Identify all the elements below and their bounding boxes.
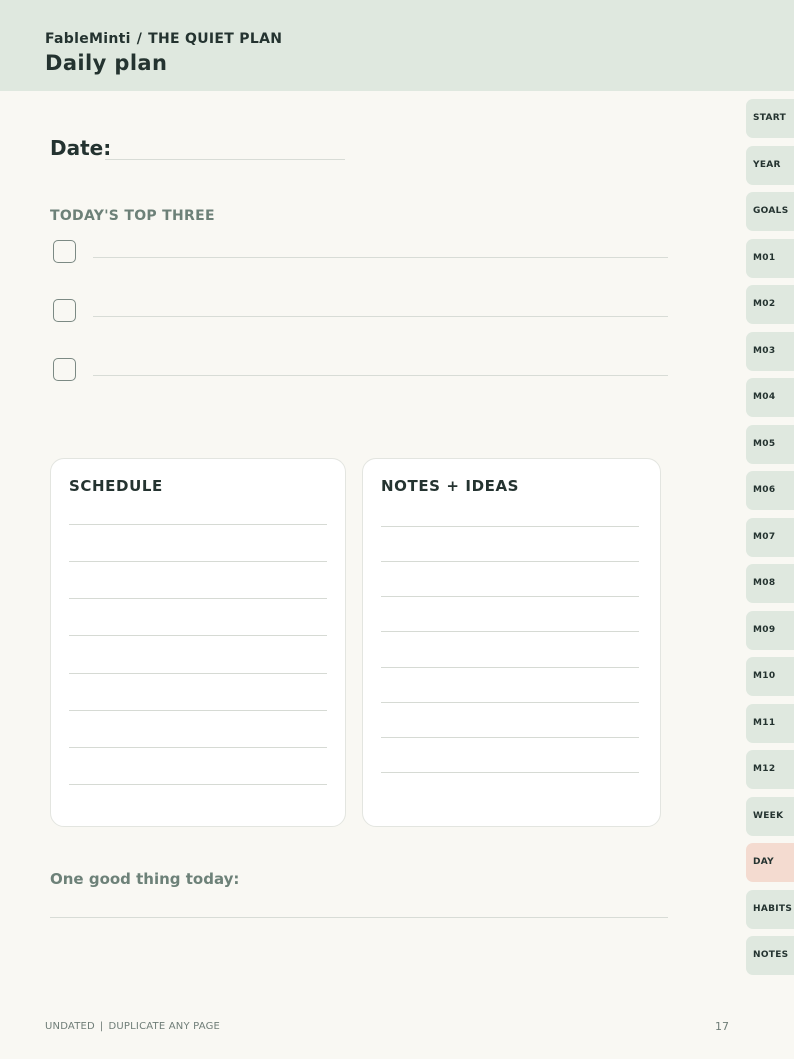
schedule-line[interactable]: [69, 561, 327, 562]
footer-note: UNDATED | DUPLICATE ANY PAGE: [45, 1021, 220, 1032]
schedule-line[interactable]: [69, 524, 327, 525]
footer-duplicate: DUPLICATE ANY PAGE: [108, 1021, 221, 1032]
brand-separator: /: [136, 31, 143, 47]
top-three-item-2: [53, 299, 668, 323]
schedule-line[interactable]: [69, 598, 327, 599]
top-three-heading: TODAY'S TOP THREE: [50, 208, 215, 224]
footer-undated: UNDATED: [45, 1021, 95, 1032]
schedule-line[interactable]: [69, 673, 327, 674]
one-good-thing-field[interactable]: [50, 917, 668, 918]
schedule-title: SCHEDULE: [69, 477, 163, 495]
schedule-card: SCHEDULE: [50, 458, 346, 827]
task-line[interactable]: [93, 257, 668, 258]
one-good-thing-label: One good thing today:: [50, 870, 240, 888]
notes-line[interactable]: [381, 737, 639, 738]
checkbox[interactable]: [53, 240, 76, 263]
tab-week[interactable]: WEEK: [746, 797, 794, 836]
date-label: Date:: [50, 136, 112, 160]
notes-line[interactable]: [381, 526, 639, 527]
checkbox[interactable]: [53, 358, 76, 381]
page-title: Daily plan: [45, 51, 168, 75]
tab-m12[interactable]: M12: [746, 750, 794, 789]
footer-separator: |: [99, 1021, 104, 1032]
notes-line[interactable]: [381, 561, 639, 562]
tab-m03[interactable]: M03: [746, 332, 794, 371]
notes-line[interactable]: [381, 631, 639, 632]
plan-name: THE QUIET PLAN: [148, 31, 283, 47]
tab-m05[interactable]: M05: [746, 425, 794, 464]
schedule-line[interactable]: [69, 635, 327, 636]
tab-m10[interactable]: M10: [746, 657, 794, 696]
notes-line[interactable]: [381, 596, 639, 597]
tab-day[interactable]: DAY: [746, 843, 794, 882]
schedule-line[interactable]: [69, 747, 327, 748]
notes-line[interactable]: [381, 667, 639, 668]
tab-m01[interactable]: M01: [746, 239, 794, 278]
tab-m11[interactable]: M11: [746, 704, 794, 743]
tab-goals[interactable]: GOALS: [746, 192, 794, 231]
tab-notes[interactable]: NOTES: [746, 936, 794, 975]
notes-line[interactable]: [381, 702, 639, 703]
task-line[interactable]: [93, 316, 668, 317]
tab-m09[interactable]: M09: [746, 611, 794, 650]
planner-page: FableMinti / THE QUIET PLAN Daily plan Dat…: [0, 0, 794, 1059]
top-three-item-1: [53, 240, 668, 264]
tab-m08[interactable]: M08: [746, 564, 794, 603]
task-line[interactable]: [93, 375, 668, 376]
notes-title: NOTES + IDEAS: [381, 477, 520, 495]
tab-year[interactable]: YEAR: [746, 146, 794, 185]
tab-start[interactable]: START: [746, 99, 794, 138]
brand-line: FableMinti / THE QUIET PLAN: [45, 31, 282, 47]
page-header: FableMinti / THE QUIET PLAN Daily plan: [0, 0, 794, 91]
schedule-line[interactable]: [69, 784, 327, 785]
schedule-line[interactable]: [69, 710, 327, 711]
notes-card: NOTES + IDEAS: [362, 458, 661, 827]
tab-m04[interactable]: M04: [746, 378, 794, 417]
checkbox[interactable]: [53, 299, 76, 322]
notes-line[interactable]: [381, 772, 639, 773]
tab-habits[interactable]: HABITS: [746, 890, 794, 929]
top-three-item-3: [53, 358, 668, 382]
tab-m07[interactable]: M07: [746, 518, 794, 557]
tab-m02[interactable]: M02: [746, 285, 794, 324]
page-number: 17: [715, 1020, 729, 1033]
date-field[interactable]: [105, 159, 345, 160]
brand-name: FableMinti: [45, 31, 131, 47]
tab-m06[interactable]: M06: [746, 471, 794, 510]
